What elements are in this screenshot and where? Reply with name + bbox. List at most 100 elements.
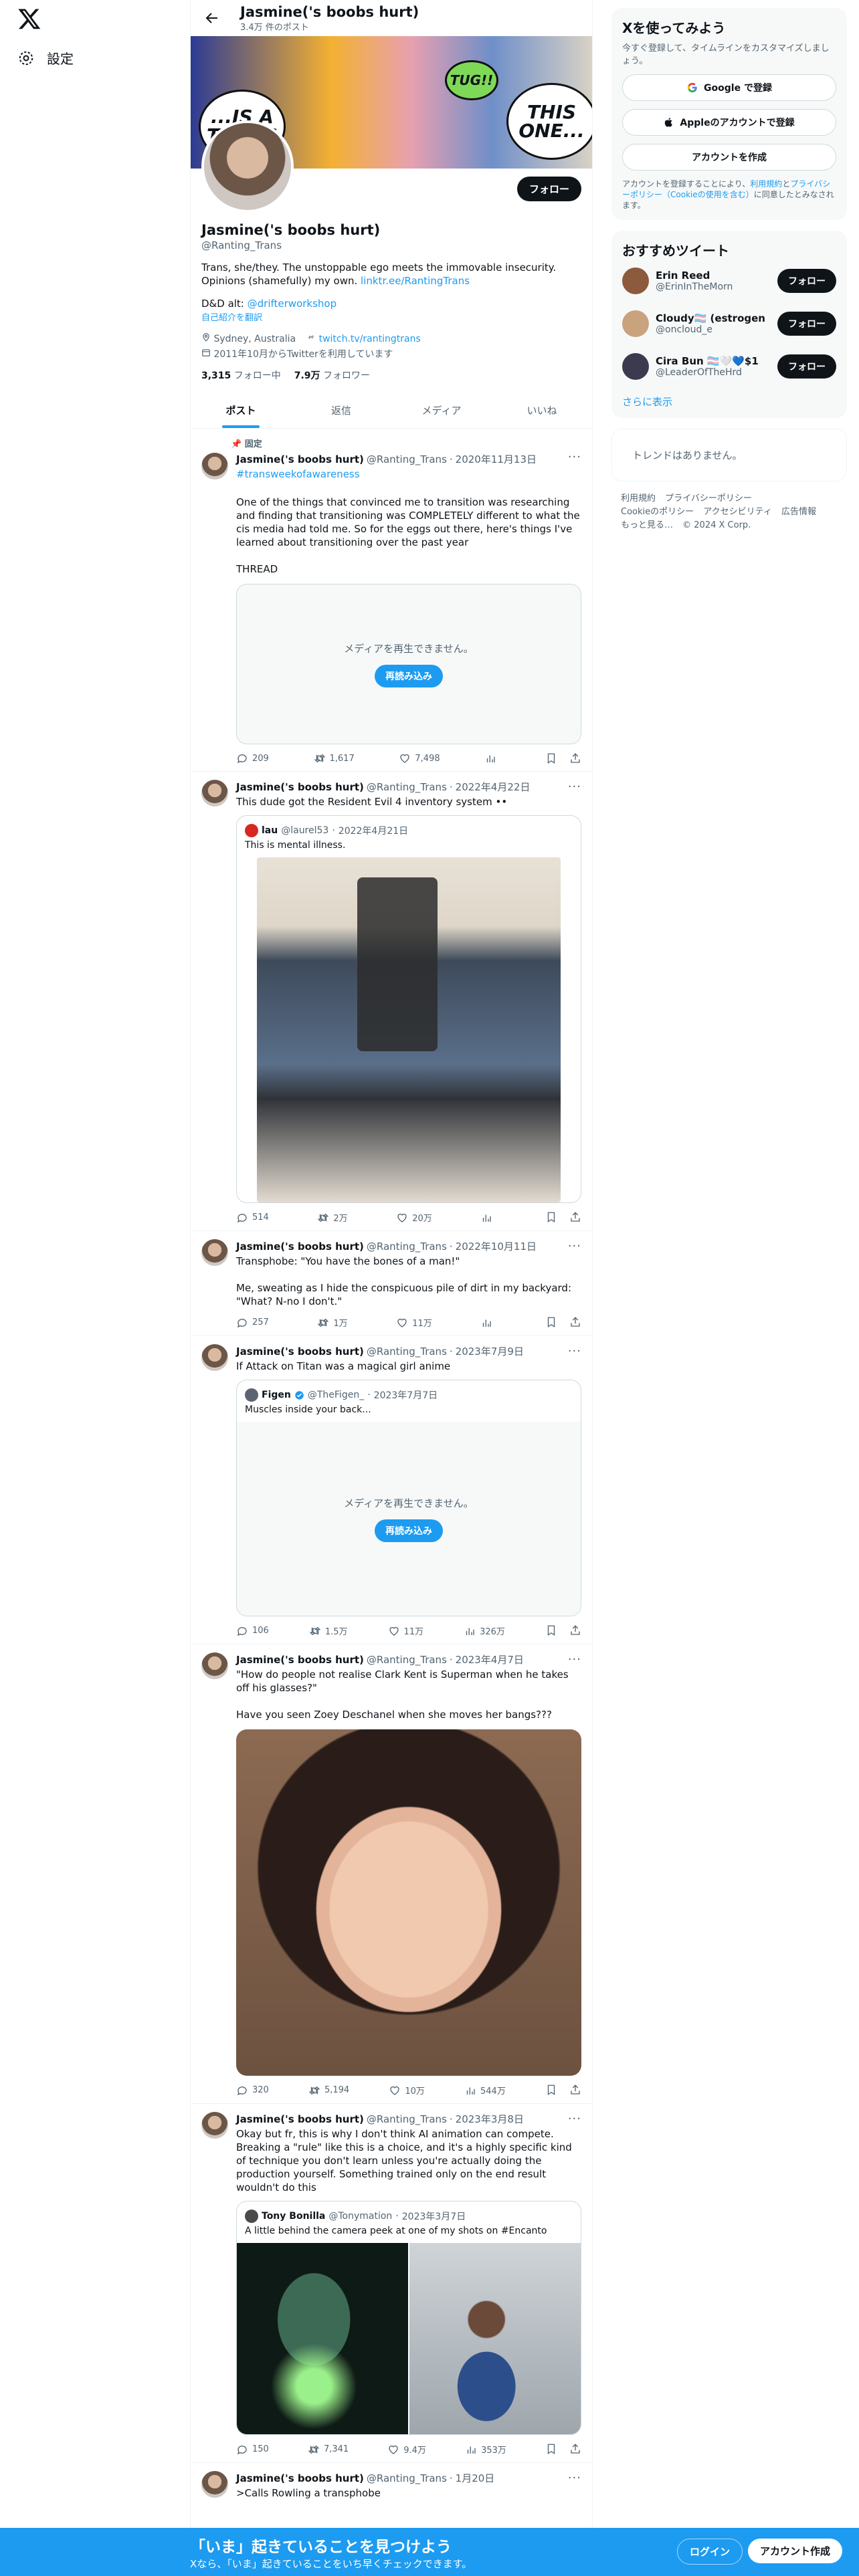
tab-media[interactable]: メディア — [391, 393, 492, 428]
tweet-author-name[interactable]: Jasmine('s boobs hurt) — [236, 1241, 364, 1253]
share-icon[interactable] — [569, 1624, 581, 1636]
website-link[interactable]: twitch.tv/rantingtrans — [319, 334, 421, 344]
retweet-button[interactable]: 2万 — [317, 1211, 348, 1224]
more-icon[interactable]: ··· — [568, 450, 581, 464]
tweet-date[interactable]: 2022年4月22日 — [456, 780, 531, 794]
profile-avatar[interactable] — [201, 120, 294, 213]
bookmark-icon[interactable] — [545, 2084, 557, 2096]
reply-button[interactable]: 209 — [236, 752, 269, 764]
x-logo-icon[interactable] — [17, 7, 41, 31]
dnd-alt-link[interactable]: @drifterworkshop — [248, 298, 337, 310]
retweet-button[interactable]: 1.5万 — [309, 1624, 348, 1637]
retweet-button[interactable]: 7,341 — [308, 2443, 349, 2456]
tweet-photo[interactable] — [236, 1729, 581, 2076]
views-button[interactable]: 326万 — [464, 1624, 505, 1637]
more-icon[interactable]: ··· — [568, 780, 581, 794]
suggestion-follow-button[interactable]: フォロー — [777, 354, 836, 379]
quote-tweet[interactable]: lau @laurel53 · 2022年4月21日 This is mental i… — [236, 815, 581, 1203]
bookmark-icon[interactable] — [545, 1316, 557, 1328]
tweet[interactable]: ··· Jasmine('s boobs hurt) @Ranting_Trans… — [191, 772, 592, 1231]
tweet-author-name[interactable]: Jasmine('s boobs hurt) — [236, 453, 364, 465]
retweet-button[interactable]: 1,617 — [314, 752, 355, 764]
reply-button[interactable]: 320 — [236, 2084, 269, 2097]
tweet-author-name[interactable]: Jasmine('s boobs hurt) — [236, 1346, 364, 1358]
share-icon[interactable] — [569, 752, 581, 764]
retweet-button[interactable]: 5,194 — [308, 2084, 349, 2097]
follow-suggestion[interactable]: Erin Reed @ErinInTheMorn フォロー — [622, 259, 836, 302]
suggestion-follow-button[interactable]: フォロー — [777, 312, 836, 336]
like-button[interactable]: 9.4万 — [387, 2443, 426, 2456]
suggestion-avatar[interactable] — [622, 310, 649, 337]
tweet[interactable]: ··· Jasmine('s boobs hurt) @Ranting_Trans… — [191, 2104, 592, 2463]
following-stat[interactable]: 3,315 フォロー中 — [201, 368, 281, 382]
reply-button[interactable]: 514 — [236, 1211, 269, 1224]
show-more-link[interactable]: さらに表示 — [622, 388, 836, 413]
views-button[interactable] — [480, 1316, 496, 1329]
tweet-avatar[interactable] — [201, 2471, 228, 2498]
bookmark-icon[interactable] — [545, 1624, 557, 1636]
suggestion-avatar[interactable] — [622, 267, 649, 294]
nav-settings[interactable]: 設定 — [17, 48, 74, 68]
more-icon[interactable]: ··· — [568, 2112, 581, 2126]
suggestion-avatar[interactable] — [622, 353, 649, 380]
share-icon[interactable] — [569, 2443, 581, 2455]
footer-link[interactable]: もっと見る… — [621, 520, 673, 530]
views-button[interactable]: 544万 — [464, 2084, 506, 2097]
share-icon[interactable] — [569, 1211, 581, 1223]
follow-button[interactable]: フォロー — [516, 177, 581, 201]
tweet-author-name[interactable]: Jasmine('s boobs hurt) — [236, 781, 364, 793]
quote-photo[interactable] — [409, 2243, 581, 2434]
apple-signup-button[interactable]: Appleのアカウントで登録 — [622, 109, 836, 136]
reload-button[interactable]: 再読み込み — [375, 1519, 443, 1542]
tweet-date[interactable]: 2023年7月9日 — [456, 1344, 524, 1358]
bookmark-icon[interactable] — [545, 752, 557, 764]
like-button[interactable]: 11万 — [388, 1624, 423, 1637]
views-button[interactable]: 353万 — [465, 2443, 506, 2456]
tweet-author-name[interactable]: Jasmine('s boobs hurt) — [236, 2472, 364, 2484]
google-signup-button[interactable]: Google で登録 — [622, 74, 836, 101]
tweet-date[interactable]: 2023年4月7日 — [456, 1652, 524, 1667]
tweet-date[interactable]: 2022年10月11日 — [456, 1239, 537, 1253]
legal-terms-link[interactable]: 利用規約 — [750, 179, 782, 189]
create-account-button[interactable]: アカウントを作成 — [622, 144, 836, 171]
views-button[interactable] — [480, 1211, 496, 1224]
bookmark-icon[interactable] — [545, 2443, 557, 2455]
reply-button[interactable]: 106 — [236, 1624, 269, 1637]
tweet[interactable]: ··· Jasmine('s boobs hurt) @Ranting_Trans… — [191, 1644, 592, 2104]
tweet-date[interactable]: 1月20日 — [456, 2471, 495, 2485]
reload-button[interactable]: 再読み込み — [375, 664, 443, 687]
follow-suggestion[interactable]: Cloudy🏳️‍⚧️ (estrogen arc)@oncloud_e フォロ… — [622, 302, 836, 345]
tweet-author-name[interactable]: Jasmine('s boobs hurt) — [236, 1654, 364, 1666]
more-icon[interactable]: ··· — [568, 1239, 581, 1253]
footer-link[interactable]: 利用規約 — [621, 494, 656, 504]
share-icon[interactable] — [569, 2084, 581, 2096]
tweet-date[interactable]: 2020年11月13日 — [456, 452, 537, 466]
tab-replies[interactable]: 返信 — [291, 393, 391, 428]
quote-photo[interactable] — [257, 857, 561, 1202]
like-button[interactable]: 10万 — [389, 2084, 425, 2097]
reply-button[interactable]: 150 — [236, 2443, 269, 2456]
suggestion-follow-button[interactable]: フォロー — [777, 269, 836, 293]
like-button[interactable]: 11万 — [396, 1316, 432, 1329]
tweet[interactable]: ··· Jasmine('s boobs hurt) @Ranting_Trans… — [191, 1231, 592, 1336]
more-icon[interactable]: ··· — [568, 2471, 581, 2485]
footer-link[interactable]: アクセシビリティ — [703, 507, 772, 517]
tweet[interactable]: ··· Jasmine('s boobs hurt) @Ranting_Trans… — [191, 2463, 592, 2506]
tab-posts[interactable]: ポスト — [191, 393, 291, 428]
signup-button[interactable]: アカウント作成 — [748, 2539, 843, 2563]
quote-photo[interactable] — [237, 2243, 408, 2434]
tweet[interactable]: 📌 固定 ··· Jasmine('s boobs hurt) @Ranting_… — [191, 429, 592, 772]
legal-cookie-link[interactable]: （Cookieの使用を含む） — [662, 190, 754, 199]
share-icon[interactable] — [569, 1316, 581, 1328]
tweet-date[interactable]: 2023年3月8日 — [456, 2112, 524, 2126]
views-button[interactable] — [484, 752, 500, 764]
bookmark-icon[interactable] — [545, 1211, 557, 1223]
tweet-avatar[interactable] — [201, 1344, 228, 1371]
tweet-author-name[interactable]: Jasmine('s boobs hurt) — [236, 2113, 364, 2125]
follow-suggestion[interactable]: Cira Bun 🏳️‍⚧️🤍💙$1 @LeaderOfTheHrd フォロー — [622, 345, 836, 388]
footer-link[interactable]: プライバシーポリシー — [665, 494, 752, 504]
tweet-avatar[interactable] — [201, 1239, 228, 1266]
quote-tweet[interactable]: Tony Bonilla @Tonymation · 2023年3月7日 A litt… — [236, 2201, 581, 2435]
back-arrow-icon[interactable] — [204, 10, 220, 26]
translate-bio-link[interactable]: 自己紹介を翻訳 — [201, 310, 581, 323]
